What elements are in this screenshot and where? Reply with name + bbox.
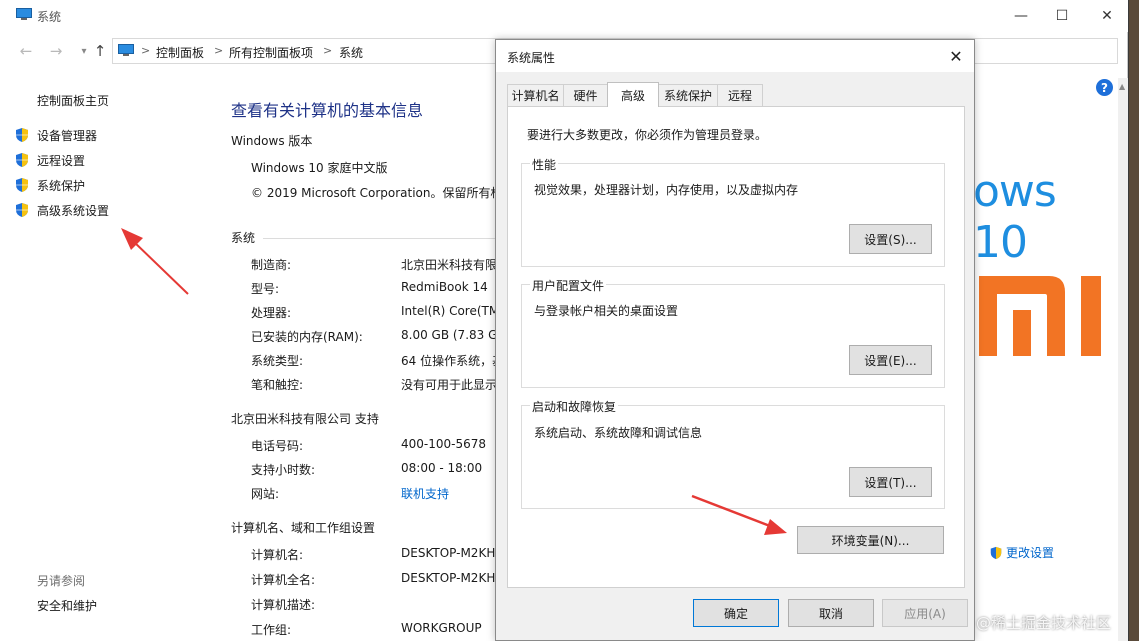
- user-profiles-title: 用户配置文件: [530, 277, 607, 294]
- sidebar-item-system-protection[interactable]: 系统保护: [14, 176, 85, 194]
- title-bar: 系统 — ☐ ✕: [0, 0, 1128, 32]
- breadcrumb-separator: >: [323, 44, 333, 57]
- computer-name-heading: 计算机名、域和工作组设置: [231, 521, 376, 535]
- manufacturer-label: 制造商:: [251, 258, 292, 272]
- dialog-close-button[interactable]: ✕: [944, 44, 968, 68]
- minimize-button[interactable]: —: [998, 0, 1044, 32]
- control-panel-home-link[interactable]: 控制面板主页: [37, 92, 109, 109]
- computer-name-label: 计算机名:: [251, 548, 304, 562]
- full-computer-name-value: DESKTOP-M2KH: [401, 571, 496, 585]
- tab-computer-name[interactable]: 计算机名: [507, 84, 564, 106]
- sidebar-item-device-manager[interactable]: 设备管理器: [14, 126, 97, 144]
- windows-10-logo: ows 10: [973, 166, 1057, 268]
- system-type-value: 64 位操作系统，基: [401, 354, 505, 368]
- up-arrow-icon[interactable]: ↑: [89, 40, 111, 62]
- system-properties-dialog: 系统属性 ✕ 计算机名 硬件 高级 系统保护 远程 要进行大多数更改，你必须作为…: [495, 39, 975, 641]
- performance-title: 性能: [530, 156, 559, 173]
- system-type-label: 系统类型:: [251, 354, 304, 368]
- dialog-title-bar: 系统属性 ✕: [496, 40, 974, 72]
- uac-shield-icon: [16, 153, 28, 167]
- advanced-tab-panel: 要进行大多数更改，你必须作为管理员登录。 性能 视觉效果，处理器计划，内存使用，…: [507, 106, 965, 588]
- sidebar-item-advanced-system-settings[interactable]: 高级系统设置: [14, 201, 109, 219]
- computer-name-value: DESKTOP-M2KH: [401, 546, 496, 560]
- breadcrumb-control-panel[interactable]: 控制面板: [156, 44, 204, 61]
- ram-label: 已安装的内存(RAM):: [251, 330, 363, 344]
- system-heading: 系统: [231, 231, 256, 245]
- processor-value: Intel(R) Core(TM: [401, 304, 500, 318]
- model-label: 型号:: [251, 282, 280, 296]
- desktop-background: [1129, 0, 1139, 641]
- security-maintenance-link[interactable]: 安全和维护: [37, 597, 97, 614]
- user-profiles-group: 用户配置文件 与登录帐户相关的桌面设置 设置(E)...: [521, 277, 945, 388]
- pen-touch-label: 笔和触控:: [251, 378, 304, 392]
- ram-value: 8.00 GB (7.83 GE: [401, 328, 505, 342]
- computer-description-label: 计算机描述:: [251, 598, 316, 612]
- workgroup-label: 工作组:: [251, 623, 292, 637]
- tab-advanced[interactable]: 高级: [607, 82, 659, 107]
- change-settings-link[interactable]: 更改设置: [989, 544, 1054, 561]
- apply-button[interactable]: 应用(A): [882, 599, 968, 627]
- uac-shield-icon: [16, 203, 28, 217]
- startup-recovery-title: 启动和故障恢复: [530, 398, 619, 415]
- cancel-button[interactable]: 取消: [788, 599, 874, 627]
- phone-label: 电话号码:: [251, 439, 304, 453]
- dialog-title: 系统属性: [507, 51, 556, 65]
- performance-group: 性能 视觉效果，处理器计划，内存使用，以及虚拟内存 设置(S)...: [521, 156, 945, 267]
- support-hours-label: 支持小时数:: [251, 463, 316, 477]
- maximize-button[interactable]: ☐: [1039, 0, 1085, 32]
- environment-variables-button[interactable]: 环境变量(N)...: [797, 526, 944, 554]
- online-support-link[interactable]: 联机支持: [401, 485, 449, 502]
- copyright-text: © 2019 Microsoft Corporation。保留所有权: [251, 186, 503, 200]
- processor-label: 处理器:: [251, 306, 292, 320]
- full-computer-name-label: 计算机全名:: [251, 573, 316, 587]
- support-hours-value: 08:00 - 18:00: [401, 461, 483, 475]
- tab-hardware[interactable]: 硬件: [563, 84, 608, 106]
- website-label: 网站:: [251, 487, 280, 501]
- uac-shield-icon: [990, 546, 1002, 559]
- breadcrumb-all-items[interactable]: 所有控制面板项: [229, 44, 313, 61]
- divider: [263, 238, 495, 239]
- sidebar-item-remote-settings[interactable]: 远程设置: [14, 151, 85, 169]
- ok-button[interactable]: 确定: [693, 599, 779, 627]
- page-title: 查看有关计算机的基本信息: [231, 101, 424, 120]
- startup-recovery-settings-button[interactable]: 设置(T)...: [849, 467, 932, 497]
- edition-heading: Windows 版本: [231, 134, 313, 148]
- model-value: RedmiBook 14: [401, 280, 488, 294]
- computer-icon: [16, 8, 32, 20]
- phone-value: 400-100-5678: [401, 437, 487, 451]
- window-title: 系统: [37, 10, 62, 24]
- forward-arrow-icon[interactable]: →: [45, 40, 67, 62]
- left-pane: 控制面板主页 设备管理器 远程设置 系统保护 高级系统设置 另请参阅 安全和维护: [0, 68, 210, 641]
- startup-recovery-description: 系统启动、系统故障和调试信息: [534, 426, 703, 440]
- see-also-heading: 另请参阅: [37, 574, 86, 588]
- performance-settings-button[interactable]: 设置(S)...: [849, 224, 932, 254]
- user-profiles-description: 与登录帐户相关的桌面设置: [534, 304, 679, 318]
- support-heading: 北京田米科技有限公司 支持: [231, 412, 379, 426]
- breadcrumb-separator: >: [141, 44, 151, 57]
- performance-description: 视觉效果，处理器计划，内存使用，以及虚拟内存: [534, 183, 799, 197]
- control-panel-icon: [118, 44, 134, 56]
- mi-logo: [979, 276, 1101, 356]
- breadcrumb-system[interactable]: 系统: [339, 44, 363, 61]
- workgroup-value: WORKGROUP: [401, 621, 482, 635]
- manufacturer-value: 北京田米科技有限: [401, 258, 498, 272]
- uac-shield-icon: [16, 178, 28, 192]
- breadcrumb-separator: >: [214, 44, 224, 57]
- tab-system-protection[interactable]: 系统保护: [658, 84, 718, 106]
- back-arrow-icon[interactable]: ←: [15, 40, 37, 62]
- vertical-scrollbar[interactable]: ▲: [1118, 78, 1128, 641]
- user-profiles-settings-button[interactable]: 设置(E)...: [849, 345, 932, 375]
- close-button[interactable]: ✕: [1084, 0, 1130, 32]
- tab-remote[interactable]: 远程: [717, 84, 763, 106]
- startup-recovery-group: 启动和故障恢复 系统启动、系统故障和调试信息 设置(T)...: [521, 398, 945, 509]
- pen-touch-value: 没有可用于此显示: [401, 378, 498, 392]
- scroll-up-icon[interactable]: ▲: [1119, 82, 1125, 91]
- uac-shield-icon: [16, 128, 28, 142]
- admin-note: 要进行大多数更改，你必须作为管理员登录。: [527, 128, 768, 142]
- watermark: @稀土掘金技术社区: [976, 614, 1112, 632]
- edition-value: Windows 10 家庭中文版: [251, 161, 388, 175]
